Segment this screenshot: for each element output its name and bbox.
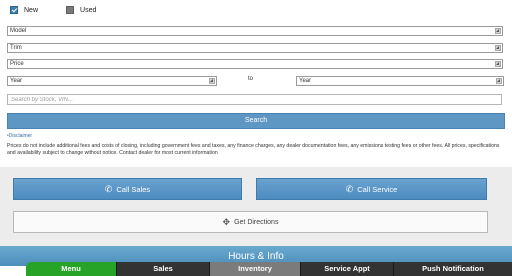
condition-filter: New Used [10,6,124,14]
nav-tab-inventory[interactable]: Inventory [210,262,301,276]
price-select[interactable]: Price [7,59,503,69]
nav-tab-push-notification[interactable]: Push Notification [394,262,512,276]
price-select-value: Price [10,61,24,67]
bottom-nav: Menu Sales Inventory Service Appt Push N… [26,262,512,276]
unchecked-icon [66,6,75,14]
directions-icon: ✥ [222,216,231,227]
to-label: to [248,76,254,82]
nav-tab-sales[interactable]: Sales [117,262,210,276]
call-sales-label: Call Sales [116,184,151,194]
phone-icon: ✆ [345,183,354,194]
call-service-label: Call Service [357,184,398,194]
disclaimer-text: Prices do not include additional fees an… [7,143,500,156]
year-to-select[interactable]: Year [296,76,504,86]
used-checkbox[interactable]: Used [66,6,96,14]
disclaimer-link[interactable]: •Disclaimer [7,133,32,139]
dropdown-arrow-icon [495,61,501,67]
nav-tab-menu[interactable]: Menu [26,262,117,276]
get-directions-label: Get Directions [234,218,279,226]
year-from-value: Year [10,78,23,84]
model-select-value: Model [10,28,27,34]
trim-select-value: Trim [10,45,22,51]
call-service-button[interactable]: ✆ Call Service [256,178,487,200]
used-label: Used [80,6,97,14]
dropdown-arrow-icon [496,78,502,84]
model-select[interactable]: Model [7,26,503,36]
dropdown-arrow-icon [495,28,501,34]
trim-select[interactable]: Trim [7,43,503,53]
phone-icon: ✆ [104,183,113,194]
new-label: New [24,6,39,14]
year-to-value: Year [299,78,312,84]
new-checkbox[interactable]: New [10,6,38,14]
year-from-select[interactable]: Year [7,76,217,86]
call-sales-button[interactable]: ✆ Call Sales [13,178,242,200]
search-button[interactable]: Search [7,113,505,129]
nav-tab-service-appt[interactable]: Service Appt [301,262,394,276]
dropdown-arrow-icon [209,78,215,84]
checked-icon [10,6,18,14]
search-input[interactable] [7,94,502,105]
get-directions-button[interactable]: ✥ Get Directions [13,211,488,233]
dropdown-arrow-icon [495,45,501,51]
